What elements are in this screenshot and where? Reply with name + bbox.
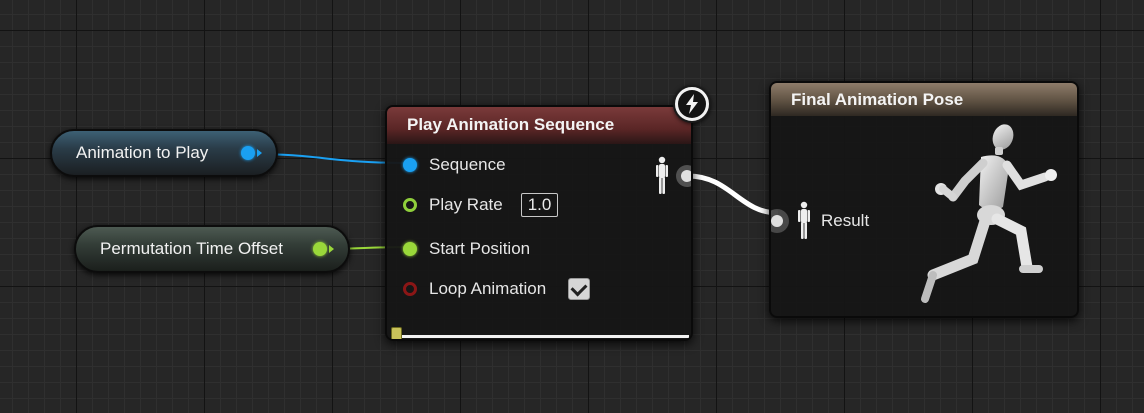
sequence-input-pin[interactable] bbox=[403, 158, 417, 172]
result-label: Result bbox=[821, 211, 870, 230]
pose-output-pin[interactable] bbox=[655, 156, 691, 196]
permutation-time-offset-label: Permutation Time Offset bbox=[100, 239, 283, 258]
fast-path-badge bbox=[673, 85, 711, 123]
permutation-time-offset-variable[interactable]: Permutation Time Offset bbox=[74, 225, 350, 273]
loop-animation-pin-row: Loop Animation bbox=[403, 278, 591, 300]
pose-figure-icon bbox=[656, 156, 668, 194]
loop-animation-label: Loop Animation bbox=[429, 279, 547, 298]
running-mannequin-icon bbox=[921, 124, 1057, 303]
start-position-input-pin[interactable] bbox=[403, 242, 417, 256]
play-animation-sequence-node[interactable]: Play Animation Sequence Sequence Play Ra… bbox=[385, 105, 693, 341]
result-figure-icon bbox=[798, 201, 810, 239]
playback-slider-track[interactable] bbox=[397, 335, 689, 338]
play-node-title: Play Animation Sequence bbox=[387, 107, 691, 144]
playback-slider-handle[interactable] bbox=[391, 327, 402, 339]
pin-arrow-icon bbox=[329, 245, 334, 253]
play-rate-value-field[interactable]: 1.0 bbox=[520, 193, 559, 217]
sequence-pin-row: Sequence bbox=[403, 155, 506, 175]
result-node-title: Final Animation Pose bbox=[771, 83, 1077, 116]
play-rate-pin-row: Play Rate 1.0 bbox=[403, 193, 559, 217]
animation-to-play-variable[interactable]: Animation to Play bbox=[50, 129, 278, 177]
pin-arrow-icon bbox=[257, 149, 262, 157]
animation-to-play-label: Animation to Play bbox=[76, 143, 209, 162]
play-rate-input-pin[interactable] bbox=[403, 198, 417, 212]
play-rate-label: Play Rate bbox=[429, 195, 503, 214]
permutation-time-offset-output-pin[interactable] bbox=[313, 242, 327, 256]
pose-output-connector bbox=[676, 165, 691, 187]
final-animation-pose-node[interactable]: Final Animation Pose Result bbox=[769, 81, 1079, 318]
loop-animation-input-pin[interactable] bbox=[403, 282, 417, 296]
sequence-label: Sequence bbox=[429, 155, 506, 174]
loop-animation-checkbox[interactable] bbox=[568, 278, 591, 300]
start-position-label: Start Position bbox=[429, 239, 531, 258]
result-input-pin[interactable] bbox=[769, 204, 795, 238]
result-pin-row: Result bbox=[771, 201, 870, 241]
lightning-bolt-icon bbox=[678, 90, 706, 118]
start-position-pin-row: Start Position bbox=[403, 239, 530, 259]
animation-to-play-output-pin[interactable] bbox=[241, 146, 255, 160]
wire-pose-to-result[interactable] bbox=[687, 173, 779, 216]
